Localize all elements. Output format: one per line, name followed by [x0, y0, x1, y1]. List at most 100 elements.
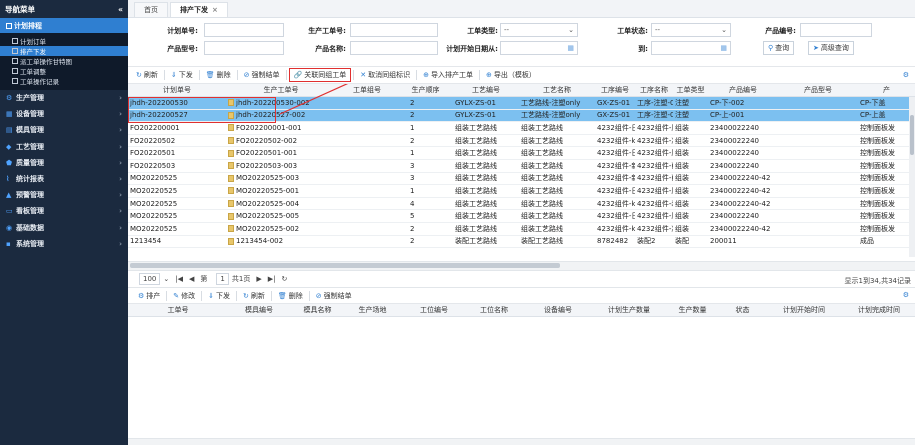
- sidebar-subitem[interactable]: 计划订单: [0, 36, 128, 46]
- plan-end-date[interactable]: ▦: [651, 41, 731, 55]
- column-header[interactable]: 工序编号: [595, 84, 635, 96]
- column-header[interactable]: 工位名称: [465, 304, 523, 316]
- sidebar-subitem[interactable]: 工单调整: [0, 66, 128, 76]
- column-header[interactable]: 计划完成时间: [843, 304, 915, 316]
- plan-no-input[interactable]: [204, 23, 284, 37]
- sidebar-section[interactable]: ⬟ 质量管理 ›: [0, 155, 128, 171]
- scroll-thumb[interactable]: [910, 115, 914, 155]
- horizontal-scrollbar[interactable]: [128, 438, 915, 445]
- table-cell: 成品: [858, 236, 915, 248]
- column-header[interactable]: 工单组号: [336, 84, 398, 96]
- product-name-input[interactable]: [350, 41, 438, 55]
- column-header[interactable]: 产: [858, 84, 915, 96]
- sidebar-subitem[interactable]: 工单操作记录: [0, 76, 128, 86]
- query-button[interactable]: ⚲ 查询: [763, 41, 795, 55]
- column-header[interactable]: 工单类型: [673, 84, 708, 96]
- column-header[interactable]: 计划单号: [128, 84, 226, 96]
- table-row[interactable]: MO20220525 MO20220525-002 2 组装工艺路线 组装工艺路线 423…: [128, 223, 915, 236]
- tab-schedule-dispatch[interactable]: 排产下发 ×: [170, 2, 228, 17]
- column-header[interactable]: 产品编号: [708, 84, 778, 96]
- export-button[interactable]: ⊕ 导出（模板）: [482, 68, 540, 82]
- sidebar-section[interactable]: ▦ 设备管理 ›: [0, 106, 128, 122]
- column-header[interactable]: 生产工单号: [226, 84, 336, 96]
- refresh-button-2[interactable]: ↻ 刷新: [239, 289, 269, 303]
- last-page-icon[interactable]: ▶|: [268, 275, 276, 283]
- table-row[interactable]: jhdh-202200530 jhdh-202200530-002 2 GYLX-ZS…: [128, 97, 915, 110]
- close-icon[interactable]: ×: [212, 6, 218, 14]
- sidebar-section[interactable]: ▤ 模具管理 ›: [0, 122, 128, 138]
- table-cell: jhdh-202200527: [128, 110, 226, 122]
- table-row[interactable]: FO20220503 FO20220503-003 3 组装工艺路线 组装工艺路线 423…: [128, 160, 915, 173]
- sidebar-section[interactable]: ⚙ 生产管理 ›: [0, 90, 128, 106]
- sidebar-section[interactable]: ◉ 基础数据 ›: [0, 220, 128, 236]
- column-header[interactable]: 产品型号: [778, 84, 858, 96]
- edit-button[interactable]: ✎ 修改: [169, 289, 199, 303]
- gear-icon[interactable]: ⚙: [903, 71, 909, 79]
- column-header[interactable]: 生产数量: [665, 304, 720, 316]
- table-row[interactable]: MO20220525 MO20220525-001 1 组装工艺路线 组装工艺路线 423…: [128, 185, 915, 198]
- page-number-input[interactable]: 1: [216, 273, 229, 285]
- force-close-button[interactable]: ⊘ 强制结单: [240, 68, 284, 82]
- table-row[interactable]: FO20220501 FO20220501-001 1 组装工艺路线 组装工艺路线 423…: [128, 147, 915, 160]
- column-header[interactable]: 工位编号: [405, 304, 463, 316]
- column-header[interactable]: 状态: [720, 304, 765, 316]
- process-type-select[interactable]: -- ⌄: [500, 23, 578, 37]
- import-button[interactable]: ⊕ 导入排产工单: [419, 68, 477, 82]
- product-code-input[interactable]: [800, 23, 872, 37]
- delete-button-2[interactable]: 🗑 删除: [274, 289, 307, 303]
- sidebar-section-plan[interactable]: 计划排程: [0, 18, 128, 33]
- prev-page-icon[interactable]: ◀: [189, 275, 194, 283]
- gear-icon[interactable]: ⚙: [903, 291, 909, 299]
- link-group-button[interactable]: 🔗 关联同组工单: [288, 68, 352, 82]
- table-row[interactable]: MO20220525 MO20220525-004 4 组装工艺路线 组装工艺路线 423…: [128, 198, 915, 211]
- sidebar-subitem[interactable]: 派工单操作甘特图: [0, 56, 128, 66]
- table-row[interactable]: FO202200001 FO202200001-001 1 组装工艺路线 组装工艺路线 4…: [128, 122, 915, 135]
- sidebar-section[interactable]: ▪ 系统管理 ›: [0, 236, 128, 252]
- table-row[interactable]: 1213454 1213454-002 2 装配工艺路线 装配工艺路线 8782482 装配…: [128, 236, 915, 249]
- column-header[interactable]: 模具名称: [290, 304, 345, 316]
- column-header[interactable]: 工序名称: [635, 84, 673, 96]
- collapse-sidebar-icon[interactable]: «: [118, 5, 123, 14]
- tab-home[interactable]: 首页: [134, 2, 168, 17]
- scroll-thumb[interactable]: [130, 263, 560, 268]
- sidebar-subitem[interactable]: 排产下发: [0, 46, 128, 56]
- work-no-input[interactable]: [350, 23, 438, 37]
- table-row[interactable]: MO20220525 MO20220525-005 5 组装工艺路线 组装工艺路线 423…: [128, 210, 915, 223]
- table-cell: 控制面板发: [858, 198, 915, 210]
- column-header[interactable]: 生产顺序: [398, 84, 453, 96]
- table-row[interactable]: jhdh-202200527 jhdh-20220527-002 2 GYLX-ZS-…: [128, 109, 915, 123]
- next-page-icon[interactable]: ▶: [256, 275, 261, 283]
- table-row[interactable]: MO20220525 MO20220525-003 3 组装工艺路线 组装工艺路线 423…: [128, 173, 915, 186]
- sidebar-section[interactable]: ⌇ 统计报表 ›: [0, 171, 128, 187]
- sidebar-section[interactable]: ▲ 预警管理 ›: [0, 187, 128, 203]
- page-size-select[interactable]: 100 ⌄: [136, 273, 169, 285]
- sidebar-section[interactable]: ▭ 看板管理 ›: [0, 203, 128, 219]
- column-header[interactable]: 模具编号: [228, 304, 290, 316]
- status-select[interactable]: -- ⌄: [651, 23, 731, 37]
- dispatch-button[interactable]: ⇓ 下发: [167, 68, 197, 82]
- table-row[interactable]: FO20220502 FO20220502-002 2 组装工艺路线 组装工艺路线 423…: [128, 135, 915, 148]
- column-header[interactable]: 工单号: [128, 304, 228, 316]
- refresh-icon[interactable]: ↻: [281, 275, 287, 283]
- column-header[interactable]: 工艺名称: [519, 84, 595, 96]
- cell-text: 组装工艺路线: [521, 199, 563, 208]
- delete-button[interactable]: 🗑 删除: [202, 68, 235, 82]
- product-model-input[interactable]: [204, 41, 284, 55]
- force-close-button-2[interactable]: ⊘ 强制结单: [312, 289, 356, 303]
- advanced-query-button[interactable]: ➤ 高级查询: [808, 41, 854, 55]
- column-header[interactable]: 生产场地: [345, 304, 400, 316]
- horizontal-scrollbar[interactable]: [128, 261, 915, 270]
- column-header[interactable]: 设备编号: [523, 304, 593, 316]
- first-page-icon[interactable]: |◀: [175, 275, 183, 283]
- plan-start-date[interactable]: ▦: [500, 41, 578, 55]
- dispatch-button-2[interactable]: ⇓ 下发: [204, 289, 234, 303]
- column-header[interactable]: 工艺编号: [453, 84, 519, 96]
- refresh-button[interactable]: ↻ 刷新: [132, 68, 162, 82]
- sidebar-section[interactable]: ◆ 工艺管理 ›: [0, 139, 128, 155]
- column-header[interactable]: 计划生产数量: [593, 304, 665, 316]
- table-cell: [336, 110, 398, 122]
- vertical-scrollbar[interactable]: [909, 97, 915, 257]
- unlink-group-button[interactable]: ✕ 取消同组标识: [356, 68, 414, 82]
- column-header[interactable]: 计划开始时间: [765, 304, 843, 316]
- schedule-button[interactable]: ⚙ 排产: [134, 289, 164, 303]
